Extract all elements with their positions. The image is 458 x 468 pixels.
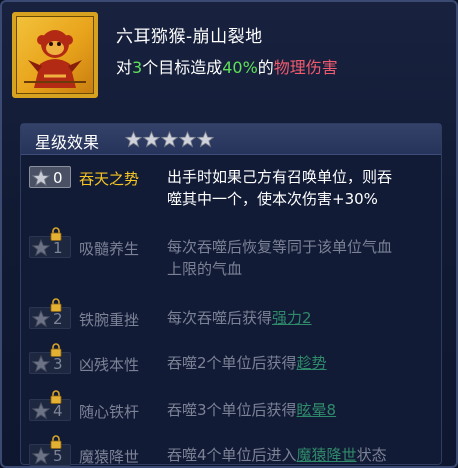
star-icon [161, 131, 178, 148]
lock-icon [50, 435, 62, 449]
buff-link[interactable]: 魔猿降世 [297, 446, 357, 464]
star-icon [179, 131, 196, 148]
star-icon [32, 239, 50, 257]
lock-icon [50, 227, 62, 241]
star-effect-name: 魔猿降世 [79, 448, 140, 466]
star-effects-section: 星级效果 0 吞天之势 出手时如果己方有召唤单位，则吞 噬其中一个，使本次伤害+… [20, 123, 442, 466]
skill-tooltip-panel: 六耳猕猴-崩山裂地 对3个目标造成40%的物理伤害 星级效果 0 吞天之势 出手… [0, 0, 458, 468]
star-effects-header: 星级效果 [21, 124, 441, 155]
star-level-badge: 2 [29, 298, 71, 329]
star-effect-desc: 每次吞噬后恢复等同于该单位气血 上限的气血 [167, 238, 393, 278]
monkey-warrior-icon [24, 30, 86, 88]
skill-icon [12, 12, 98, 98]
skill-name: 六耳猕猴-崩山裂地 [116, 27, 263, 47]
star-icon [32, 310, 50, 328]
star-effect-name: 吸髓养生 [79, 240, 140, 258]
star-effect-desc: 出手时如果己方有召唤单位，则吞 噬其中一个，使本次伤害+30% [167, 168, 393, 208]
star-level-badge: 0 [29, 166, 71, 188]
star-effect-desc: 吞噬2个单位后获得趁势 [167, 354, 327, 372]
star-level-badge: 1 [29, 227, 71, 258]
target-count: 3 [132, 58, 143, 77]
damage-type: 物理伤害 [273, 58, 338, 77]
star-icon [143, 131, 160, 148]
star-level-badge: 3 [29, 343, 71, 374]
star-icon [32, 447, 50, 465]
star-effect-name: 随心铁杆 [79, 403, 140, 421]
lock-icon [50, 343, 62, 357]
lock-icon [50, 298, 62, 312]
star-icon [125, 131, 142, 148]
star-icon [32, 169, 50, 187]
star-rating [125, 131, 215, 148]
buff-link[interactable]: 趁势 [297, 354, 327, 372]
star-level-badge: 5 [29, 435, 71, 466]
lock-icon [50, 390, 62, 404]
star-effect-desc: 吞噬3个单位后获得眩晕8 [167, 401, 337, 419]
buff-link[interactable]: 眩晕8 [297, 401, 337, 419]
star-icon [197, 131, 214, 148]
star-effect-name: 铁腕重挫 [79, 311, 140, 329]
star-icon [32, 402, 50, 420]
skill-description: 对3个目标造成40%的物理伤害 [116, 58, 338, 77]
section-title: 星级效果 [35, 133, 100, 152]
buff-link[interactable]: 强力2 [272, 309, 312, 327]
star-effect-name: 吞天之势 [79, 170, 140, 188]
star-effect-name: 凶残本性 [79, 356, 140, 374]
star-icon [32, 355, 50, 373]
damage-percent: 40% [222, 58, 258, 77]
star-effect-desc: 每次吞噬后获得强力2 [167, 309, 312, 327]
star-level-badge: 4 [29, 390, 71, 421]
star-effect-desc: 吞噬4个单位后进入魔猿降世状态 [167, 446, 387, 464]
